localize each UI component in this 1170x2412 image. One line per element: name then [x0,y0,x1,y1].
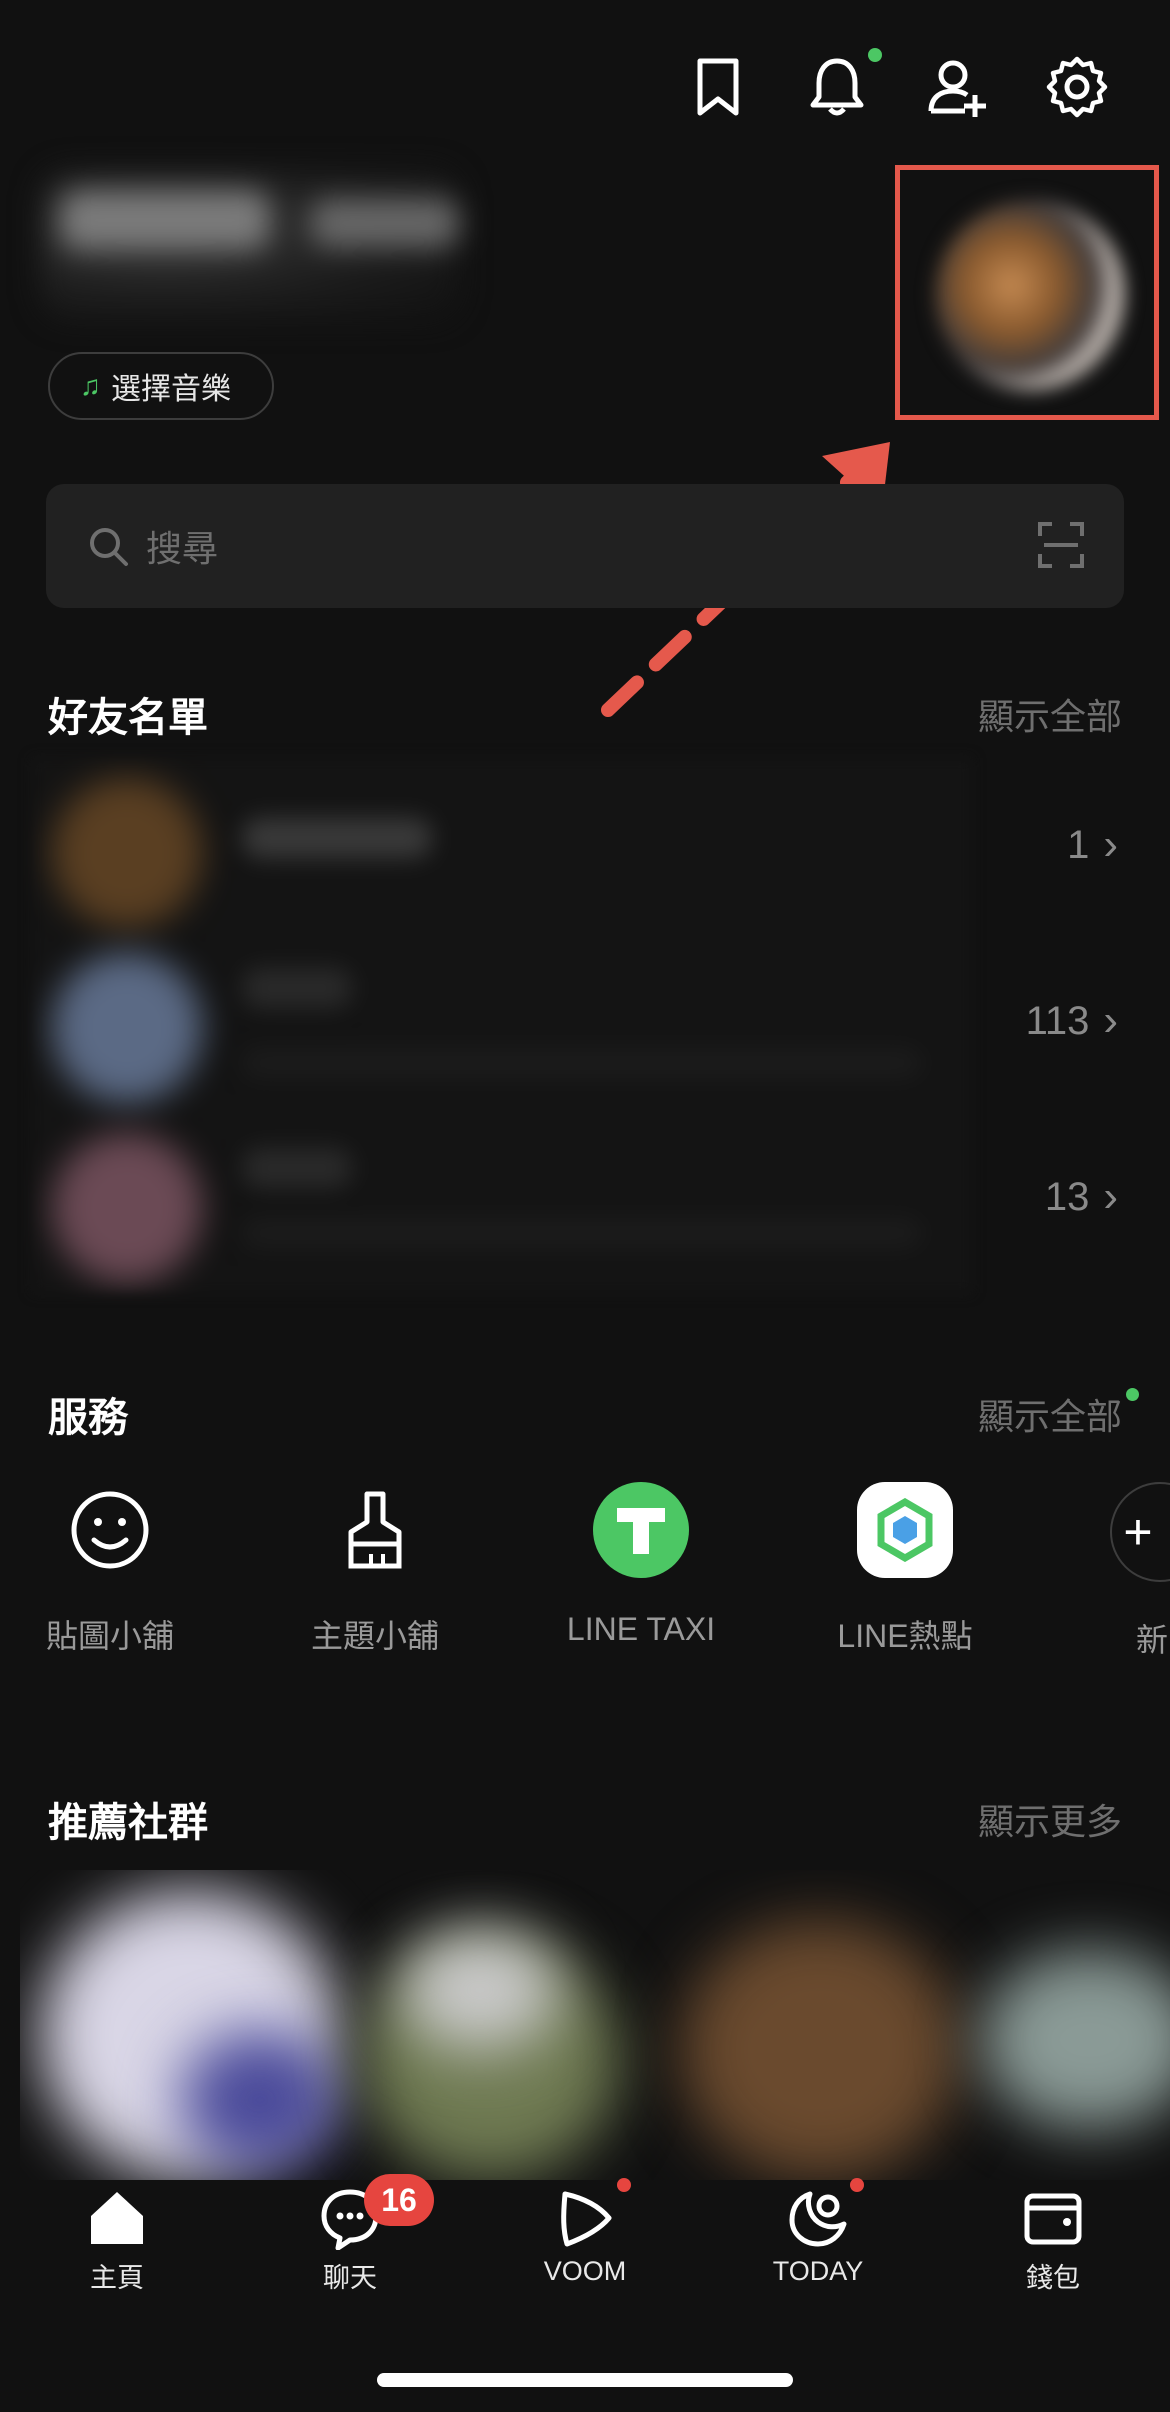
tab-wallet[interactable]: 錢包 [973,2186,1133,2295]
service-label: 主題小舖 [310,1618,439,1654]
services-new-dot [1126,1388,1139,1401]
today-icon [786,2186,850,2250]
smiley-icon [55,1475,165,1585]
search-icon [90,528,128,566]
service-line-hotspot[interactable]: LINE熱點 [805,1475,1005,1657]
chevron-right-icon: › [1103,820,1118,869]
music-note-icon: ♫ [80,370,101,401]
friend-group-row[interactable]: 113 › [1026,996,1118,1046]
taxi-icon [593,1482,689,1578]
notification-dot [868,48,882,62]
today-new-dot [850,2178,864,2192]
friends-title: 好友名單 [48,696,208,740]
friend-group-count: 1 [1067,822,1090,867]
community-title: 推薦社群 [48,1801,208,1845]
community-show-more[interactable]: 顯示更多 [978,1793,1122,1845]
tab-today[interactable]: TODAY [738,2186,898,2287]
services-title: 服務 [48,1396,128,1440]
search-bar[interactable]: 搜尋 [46,484,1124,608]
service-label: LINE TAXI [566,1611,716,1647]
gear-icon[interactable] [1045,55,1109,119]
service-sticker-shop[interactable]: 貼圖小舖 [10,1475,210,1657]
brush-icon [320,1475,430,1585]
tab-label: 聊天 [323,2263,377,2293]
service-theme-shop[interactable]: 主題小舖 [275,1475,475,1657]
choose-music-button[interactable]: ♫ 選擇音樂 [48,352,274,420]
hotspot-icon [857,1482,953,1578]
service-line-taxi[interactable]: LINE TAXI [541,1475,741,1648]
voom-icon [553,2186,617,2250]
tab-home[interactable]: 主頁 [37,2186,197,2295]
chat-unread-badge: 16 [364,2174,434,2226]
scan-icon[interactable] [1038,522,1084,568]
home-icon [85,2186,149,2250]
bell-icon[interactable] [805,55,869,119]
friend-group-row[interactable]: 13 › [1045,1172,1118,1222]
friend-group-count: 13 [1044,1174,1090,1219]
service-label: 貼圖小舖 [45,1618,174,1654]
service-new[interactable]: + 新 [1110,1475,1170,1661]
chevron-right-icon: › [1103,996,1118,1045]
friend-group-count: 113 [1025,998,1090,1043]
tab-label: 錢包 [1026,2263,1080,2293]
choose-music-label: 選擇音樂 [111,373,231,406]
tab-label: TODAY [772,2256,864,2286]
voom-new-dot [617,2178,631,2192]
profile-name-blurred[interactable] [40,170,460,320]
friend-group-row[interactable]: 1 › [1067,820,1118,870]
home-indicator [377,2373,793,2387]
search-placeholder: 搜尋 [146,528,219,569]
service-label: LINE熱點 [837,1618,973,1654]
avatar-highlight-box [895,165,1159,420]
friends-show-all[interactable]: 顯示全部 [978,688,1122,740]
plus-icon: + [1110,1482,1170,1582]
tab-voom[interactable]: VOOM [505,2186,665,2287]
tab-label: VOOM [543,2256,627,2286]
bookmark-icon[interactable] [686,55,750,119]
services-show-all[interactable]: 顯示全部 [978,1388,1122,1440]
chevron-right-icon: › [1103,1172,1118,1221]
community-cards-blurred[interactable] [20,1870,1170,2180]
wallet-icon [1021,2186,1085,2250]
add-friend-icon[interactable] [925,55,989,119]
friends-list-blurred [32,758,972,1293]
tab-label: 主頁 [90,2263,144,2293]
service-label: 新 [1136,1622,1169,1658]
